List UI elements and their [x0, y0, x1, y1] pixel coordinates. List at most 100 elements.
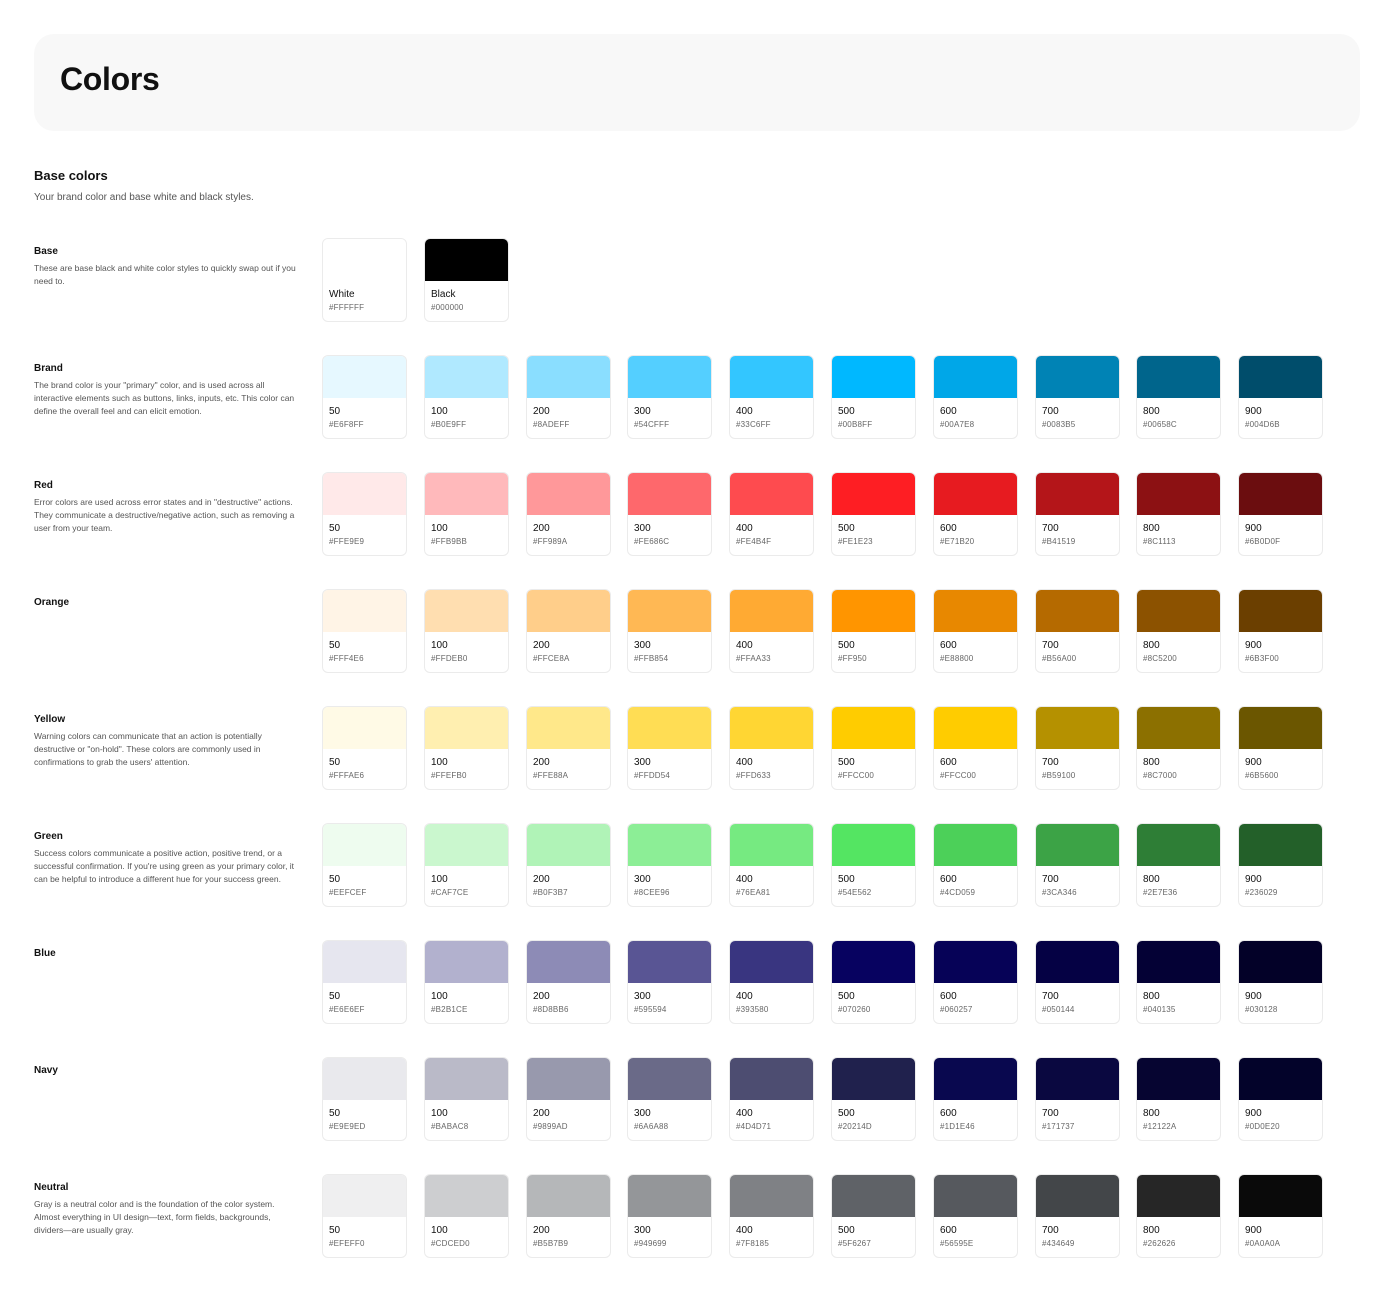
swatch-brand-700[interactable]: 700 #0083B5: [1035, 355, 1120, 439]
swatch-blue-50[interactable]: 50 #E6E6EF: [322, 940, 407, 1024]
swatch-navy-50[interactable]: 50 #E9E9ED: [322, 1057, 407, 1141]
swatch-orange-800[interactable]: 800 #8C5200: [1136, 589, 1221, 673]
swatch-blue-800[interactable]: 800 #040135: [1136, 940, 1221, 1024]
swatch-brand-200[interactable]: 200 #8ADEFF: [526, 355, 611, 439]
swatch-color-fill: [730, 941, 813, 983]
swatch-navy-300[interactable]: 300 #6A6A88: [627, 1057, 712, 1141]
swatch-green-900[interactable]: 900 #236029: [1238, 823, 1323, 907]
swatch-base-black[interactable]: Black #000000: [424, 238, 509, 322]
swatch-green-500[interactable]: 500 #54E562: [831, 823, 916, 907]
swatch-yellow-700[interactable]: 700 #B59100: [1035, 706, 1120, 790]
group-description: The brand color is your "primary" color,…: [34, 380, 295, 416]
swatch-blue-500[interactable]: 500 #070260: [831, 940, 916, 1024]
swatch-yellow-800[interactable]: 800 #8C7000: [1136, 706, 1221, 790]
swatch-red-300[interactable]: 300 #FE686C: [627, 472, 712, 556]
swatch-neutral-50[interactable]: 50 #EFEFF0: [322, 1174, 407, 1258]
swatch-hex: #171737: [1042, 1122, 1075, 1131]
swatch-navy-400[interactable]: 400 #4D4D71: [729, 1057, 814, 1141]
swatch-orange-100[interactable]: 100 #FFDEB0: [424, 589, 509, 673]
swatch-green-700[interactable]: 700 #3CA346: [1035, 823, 1120, 907]
swatch-name: 500: [838, 1108, 855, 1119]
swatch-brand-900[interactable]: 900 #004D6B: [1238, 355, 1323, 439]
swatch-orange-50[interactable]: 50 #FFF4E6: [322, 589, 407, 673]
swatch-brand-50[interactable]: 50 #E6F8FF: [322, 355, 407, 439]
swatch-brand-400[interactable]: 400 #33C6FF: [729, 355, 814, 439]
swatch-red-900[interactable]: 900 #6B0D0F: [1238, 472, 1323, 556]
swatch-orange-600[interactable]: 600 #E88800: [933, 589, 1018, 673]
swatch-navy-800[interactable]: 800 #12122A: [1136, 1057, 1221, 1141]
swatch-orange-300[interactable]: 300 #FFB854: [627, 589, 712, 673]
swatch-navy-700[interactable]: 700 #171737: [1035, 1057, 1120, 1141]
swatch-red-500[interactable]: 500 #FE1E23: [831, 472, 916, 556]
swatch-red-600[interactable]: 600 #E71B20: [933, 472, 1018, 556]
swatch-navy-100[interactable]: 100 #BABAC8: [424, 1057, 509, 1141]
swatch-brand-800[interactable]: 800 #00658C: [1136, 355, 1221, 439]
swatch-red-50[interactable]: 50 #FFE9E9: [322, 472, 407, 556]
swatch-brand-500[interactable]: 500 #00B8FF: [831, 355, 916, 439]
color-group-blue: Blue 50 #E6E6EF 100 #B2B1CE 200 #8D8BB6 300 #595…: [0, 940, 1394, 1048]
swatch-name: 200: [533, 874, 550, 885]
swatch-brand-300[interactable]: 300 #54CFFF: [627, 355, 712, 439]
swatch-navy-500[interactable]: 500 #20214D: [831, 1057, 916, 1141]
swatch-green-600[interactable]: 600 #4CD059: [933, 823, 1018, 907]
color-group-navy: Navy 50 #E9E9ED 100 #BABAC8 200 #9899AD 300 #6A6…: [0, 1057, 1394, 1165]
swatch-red-700[interactable]: 700 #B41519: [1035, 472, 1120, 556]
swatch-color-fill: [1137, 707, 1220, 749]
swatch-name: 300: [634, 640, 651, 651]
swatch-green-50[interactable]: 50 #EEFCEF: [322, 823, 407, 907]
swatch-name: 50: [329, 1225, 341, 1236]
swatch-neutral-400[interactable]: 400 #7F8185: [729, 1174, 814, 1258]
swatch-blue-700[interactable]: 700 #050144: [1035, 940, 1120, 1024]
swatch-yellow-100[interactable]: 100 #FFEFB0: [424, 706, 509, 790]
swatch-neutral-600[interactable]: 600 #56595E: [933, 1174, 1018, 1258]
swatch-red-800[interactable]: 800 #8C1113: [1136, 472, 1221, 556]
swatch-navy-200[interactable]: 200 #9899AD: [526, 1057, 611, 1141]
swatch-yellow-400[interactable]: 400 #FFD633: [729, 706, 814, 790]
swatch-orange-400[interactable]: 400 #FFAA33: [729, 589, 814, 673]
swatch-yellow-300[interactable]: 300 #FFDD54: [627, 706, 712, 790]
swatch-blue-200[interactable]: 200 #8D8BB6: [526, 940, 611, 1024]
swatch-green-800[interactable]: 800 #2E7E36: [1136, 823, 1221, 907]
swatch-orange-700[interactable]: 700 #B56A00: [1035, 589, 1120, 673]
swatch-yellow-600[interactable]: 600 #FFCC00: [933, 706, 1018, 790]
swatch-green-100[interactable]: 100 #CAF7CE: [424, 823, 509, 907]
swatch-orange-500[interactable]: 500 #FF950: [831, 589, 916, 673]
swatch-orange-200[interactable]: 200 #FFCE8A: [526, 589, 611, 673]
swatch-green-200[interactable]: 200 #B0F3B7: [526, 823, 611, 907]
swatch-green-400[interactable]: 400 #76EA81: [729, 823, 814, 907]
swatch-red-200[interactable]: 200 #FF989A: [526, 472, 611, 556]
swatch-orange-900[interactable]: 900 #6B3F00: [1238, 589, 1323, 673]
swatch-navy-900[interactable]: 900 #0D0E20: [1238, 1057, 1323, 1141]
swatch-brand-600[interactable]: 600 #00A7E8: [933, 355, 1018, 439]
swatch-yellow-50[interactable]: 50 #FFFAE6: [322, 706, 407, 790]
swatch-navy-600[interactable]: 600 #1D1E46: [933, 1057, 1018, 1141]
swatch-color-fill: [832, 707, 915, 749]
group-title: Orange: [34, 597, 70, 608]
swatch-yellow-500[interactable]: 500 #FFCC00: [831, 706, 916, 790]
swatch-name: 600: [940, 523, 957, 534]
swatch-name: 100: [431, 874, 448, 885]
swatch-blue-300[interactable]: 300 #595594: [627, 940, 712, 1024]
swatch-blue-900[interactable]: 900 #030128: [1238, 940, 1323, 1024]
swatch-neutral-500[interactable]: 500 #5F6267: [831, 1174, 916, 1258]
swatch-neutral-800[interactable]: 800 #262626: [1136, 1174, 1221, 1258]
swatch-blue-600[interactable]: 600 #060257: [933, 940, 1018, 1024]
swatch-color-fill: [934, 473, 1017, 515]
swatch-neutral-700[interactable]: 700 #434649: [1035, 1174, 1120, 1258]
swatch-hex: #8ADEFF: [533, 420, 570, 429]
swatch-blue-100[interactable]: 100 #B2B1CE: [424, 940, 509, 1024]
swatch-red-100[interactable]: 100 #FFB9BB: [424, 472, 509, 556]
swatch-yellow-900[interactable]: 900 #6B5600: [1238, 706, 1323, 790]
swatch-neutral-200[interactable]: 200 #B5B7B9: [526, 1174, 611, 1258]
swatch-blue-400[interactable]: 400 #393580: [729, 940, 814, 1024]
swatch-neutral-100[interactable]: 100 #CDCED0: [424, 1174, 509, 1258]
swatch-yellow-200[interactable]: 200 #FFE88A: [526, 706, 611, 790]
swatch-green-300[interactable]: 300 #8CEE96: [627, 823, 712, 907]
swatch-name: 700: [1042, 523, 1059, 534]
swatch-neutral-300[interactable]: 300 #949699: [627, 1174, 712, 1258]
swatch-neutral-900[interactable]: 900 #0A0A0A: [1238, 1174, 1323, 1258]
swatch-red-400[interactable]: 400 #FE4B4F: [729, 472, 814, 556]
swatch-brand-100[interactable]: 100 #B0E9FF: [424, 355, 509, 439]
swatch-base-white[interactable]: White #FFFFFF: [322, 238, 407, 322]
swatch-name: 900: [1245, 406, 1262, 417]
